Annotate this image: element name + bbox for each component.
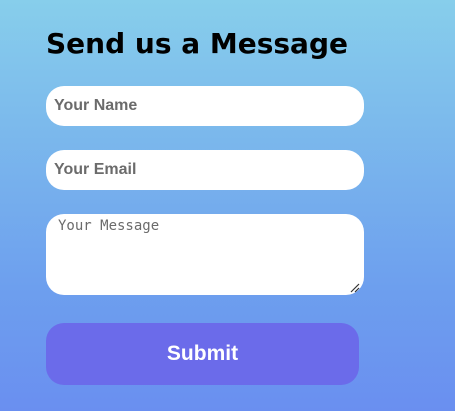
form-title: Send us a Message [46,27,348,60]
message-textarea[interactable] [46,214,364,295]
name-input[interactable] [46,86,364,126]
email-input[interactable] [46,150,364,190]
submit-button[interactable]: Submit [46,323,359,385]
resize-handle-icon[interactable] [348,281,360,293]
